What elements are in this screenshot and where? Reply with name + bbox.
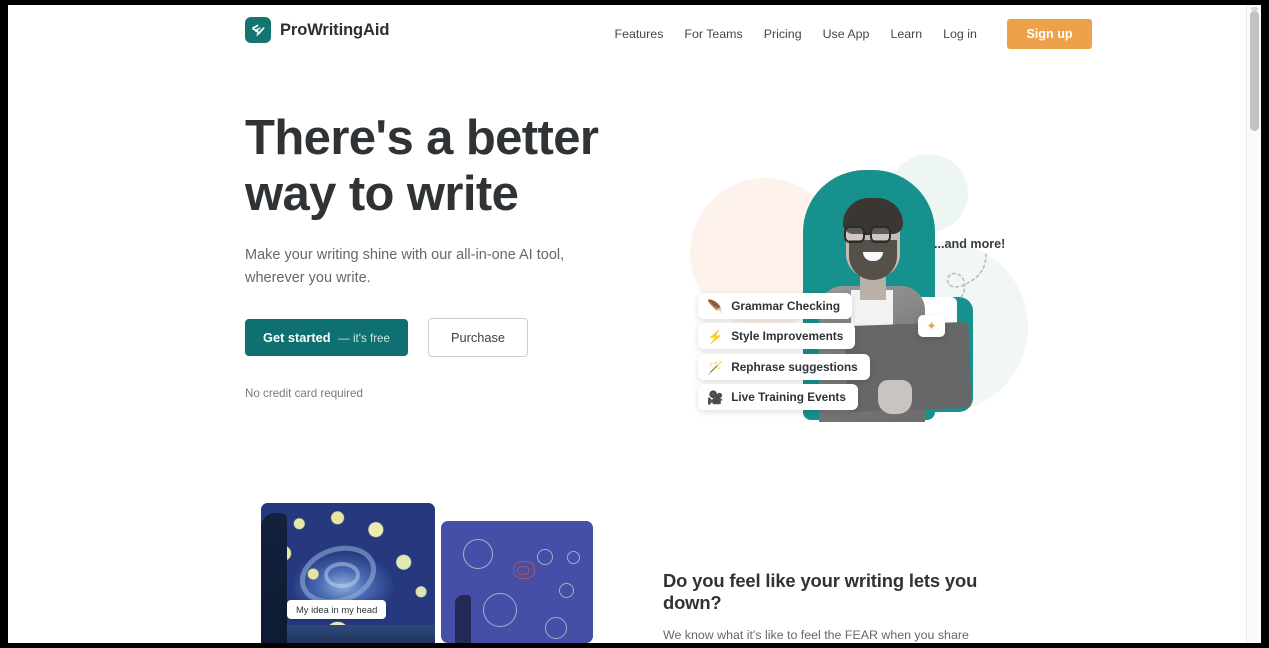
nav-item-learn[interactable]: Learn	[880, 27, 933, 41]
video-camera-icon: 🎥	[707, 389, 724, 405]
feature-chip-style-improvements: ⚡ Style Improvements	[698, 323, 856, 349]
hero-cta-group: Get started — it's free Purchase	[245, 318, 645, 357]
browser-frame: ProWritingAid Features For Teams Pricing…	[0, 0, 1269, 648]
starry-night-painting-card	[261, 503, 435, 643]
get-started-label: Get started	[263, 330, 331, 345]
writing-lets-you-down-section: My idea in my head Do you feel like your…	[8, 482, 1246, 643]
vertical-scrollbar-thumb[interactable]	[1250, 11, 1259, 131]
nav-item-pricing[interactable]: Pricing	[753, 27, 812, 41]
hero-subtitle: Make your writing shine with our all-in-…	[245, 247, 565, 286]
sketch-swirl	[559, 583, 574, 598]
lightning-bolt-icon: ⚡	[707, 328, 724, 344]
hero-title-line-1: There's a better	[245, 111, 599, 165]
sketch-swirl	[537, 549, 553, 565]
brand-name: ProWritingAid	[280, 20, 390, 39]
person-glasses-left-lens	[844, 226, 865, 243]
sketch-swirl	[483, 593, 517, 627]
feature-chip-label: Grammar Checking	[731, 299, 841, 313]
section2-body: We know what it's like to feel the FEAR …	[663, 628, 969, 642]
idea-in-my-head-label: My idea in my head	[287, 600, 387, 619]
starry-night-hills	[261, 625, 435, 643]
feature-chip-live-training-events: 🎥 Live Training Events	[698, 384, 858, 410]
hero-title: There's a better way to write	[245, 110, 645, 222]
feature-chip-grammar-checking: 🪶 Grammar Checking	[698, 293, 853, 319]
purchase-button[interactable]: Purchase	[427, 318, 529, 357]
section2-title: Do you feel like your writing lets you d…	[663, 570, 978, 613]
get-started-suffix: — it's free	[338, 332, 390, 345]
browser-viewport: ProWritingAid Features For Teams Pricing…	[8, 5, 1261, 643]
nav-item-log-in[interactable]: Log in	[933, 27, 988, 41]
hero-title-line-2: way to write	[245, 167, 519, 221]
section2-copy: Do you feel like your writing lets you d…	[663, 570, 1023, 643]
art-comparison-cards: My idea in my head	[245, 482, 625, 643]
site-header: ProWritingAid Features For Teams Pricing…	[8, 5, 1246, 62]
dotted-arrow-icon	[946, 253, 987, 299]
feature-chip-label: Live Training Events	[731, 390, 846, 404]
person-glasses-right-lens	[870, 226, 891, 243]
person-hand	[878, 380, 912, 414]
brand-logo-link[interactable]: ProWritingAid	[245, 17, 389, 43]
feature-chip-label: Style Improvements	[731, 329, 844, 343]
sparkle-icon: ✦	[918, 315, 945, 337]
feather-icon: 🪶	[707, 298, 724, 314]
person-glasses-bridge	[865, 233, 870, 236]
starry-night-swirl-inner	[323, 562, 360, 589]
page-content: ProWritingAid Features For Teams Pricing…	[8, 5, 1246, 643]
sketch-swirl	[567, 551, 580, 564]
crude-sketch-card	[441, 521, 593, 643]
nav-item-for-teams[interactable]: For Teams	[674, 27, 753, 41]
feature-chip-rephrase-suggestions: 🪄 Rephrase suggestions	[698, 354, 870, 380]
feature-chip-label: Rephrase suggestions	[731, 360, 858, 374]
starry-night-cypress-tree	[261, 513, 287, 643]
hero-copy: There's a better way to write Make your …	[245, 110, 645, 400]
no-credit-card-note: No credit card required	[245, 387, 363, 400]
nav-item-features[interactable]: Features	[604, 27, 674, 41]
vertical-scrollbar-track[interactable]	[1246, 5, 1261, 643]
magic-wand-icon: 🪄	[707, 359, 724, 375]
hero-section: There's a better way to write Make your …	[8, 62, 1246, 482]
sketch-swirl	[545, 617, 567, 639]
and-more-annotation: ...and more!	[934, 237, 1006, 251]
main-navigation: Features For Teams Pricing Use App Learn…	[604, 5, 1092, 62]
sketch-swirl-red-inner	[517, 566, 529, 575]
get-started-button[interactable]: Get started — it's free	[245, 319, 408, 356]
sign-up-button[interactable]: Sign up	[1007, 18, 1092, 49]
sketch-swirl	[463, 539, 493, 569]
nav-item-use-app[interactable]: Use App	[812, 27, 880, 41]
prowritingaid-book-logo-icon	[245, 17, 271, 43]
sketch-cypress-tree	[455, 595, 471, 643]
